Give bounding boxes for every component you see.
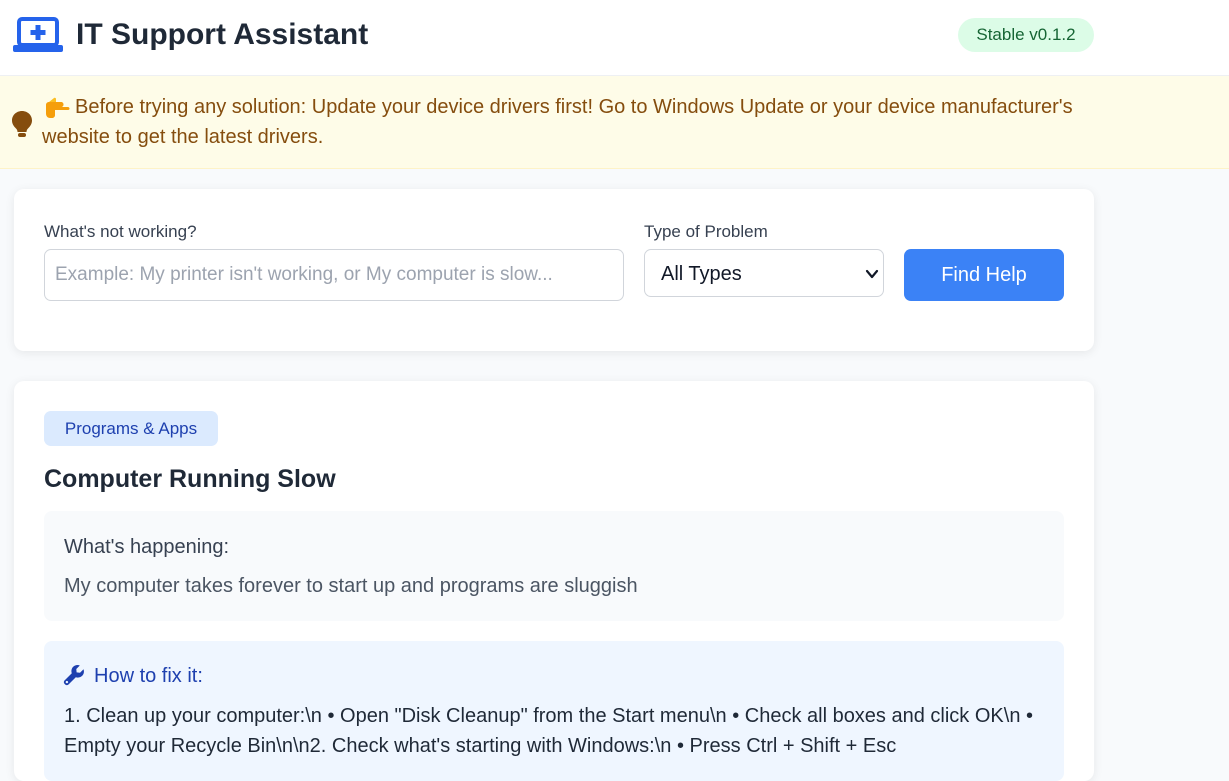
version-badge: Stable v0.1.2: [958, 18, 1094, 52]
problem-description-text: My computer takes forever to start up an…: [64, 575, 638, 597]
chevron-down-icon: [865, 269, 879, 279]
problem-type-select[interactable]: All Types: [644, 249, 884, 297]
wrench-icon: [63, 665, 84, 686]
result-title: Computer Running Slow: [44, 465, 336, 493]
problem-type-label: Type of Problem: [644, 222, 768, 241]
laptop-plus-icon: [13, 17, 63, 52]
problem-description-box: [44, 511, 1064, 621]
lightbulb-icon: [12, 111, 32, 137]
app-title: IT Support Assistant: [76, 18, 369, 51]
fix-instructions-label: How to fix it:: [94, 665, 203, 687]
problem-label: What's not working?: [44, 222, 197, 241]
fix-instructions-text: 1. Clean up your computer:\n • Open "Dis…: [64, 705, 1033, 757]
find-help-button[interactable]: Find Help: [904, 249, 1064, 301]
problem-search-input[interactable]: [44, 249, 624, 301]
problem-type-selected-value: All Types: [661, 263, 742, 285]
problem-description-label: What's happening:: [64, 536, 230, 558]
app-header: IT Support Assistant Stable v0.1.2: [0, 0, 1229, 76]
notice-text: Before trying any solution: Update your …: [42, 96, 1073, 148]
category-badge: Programs & Apps: [44, 411, 218, 446]
